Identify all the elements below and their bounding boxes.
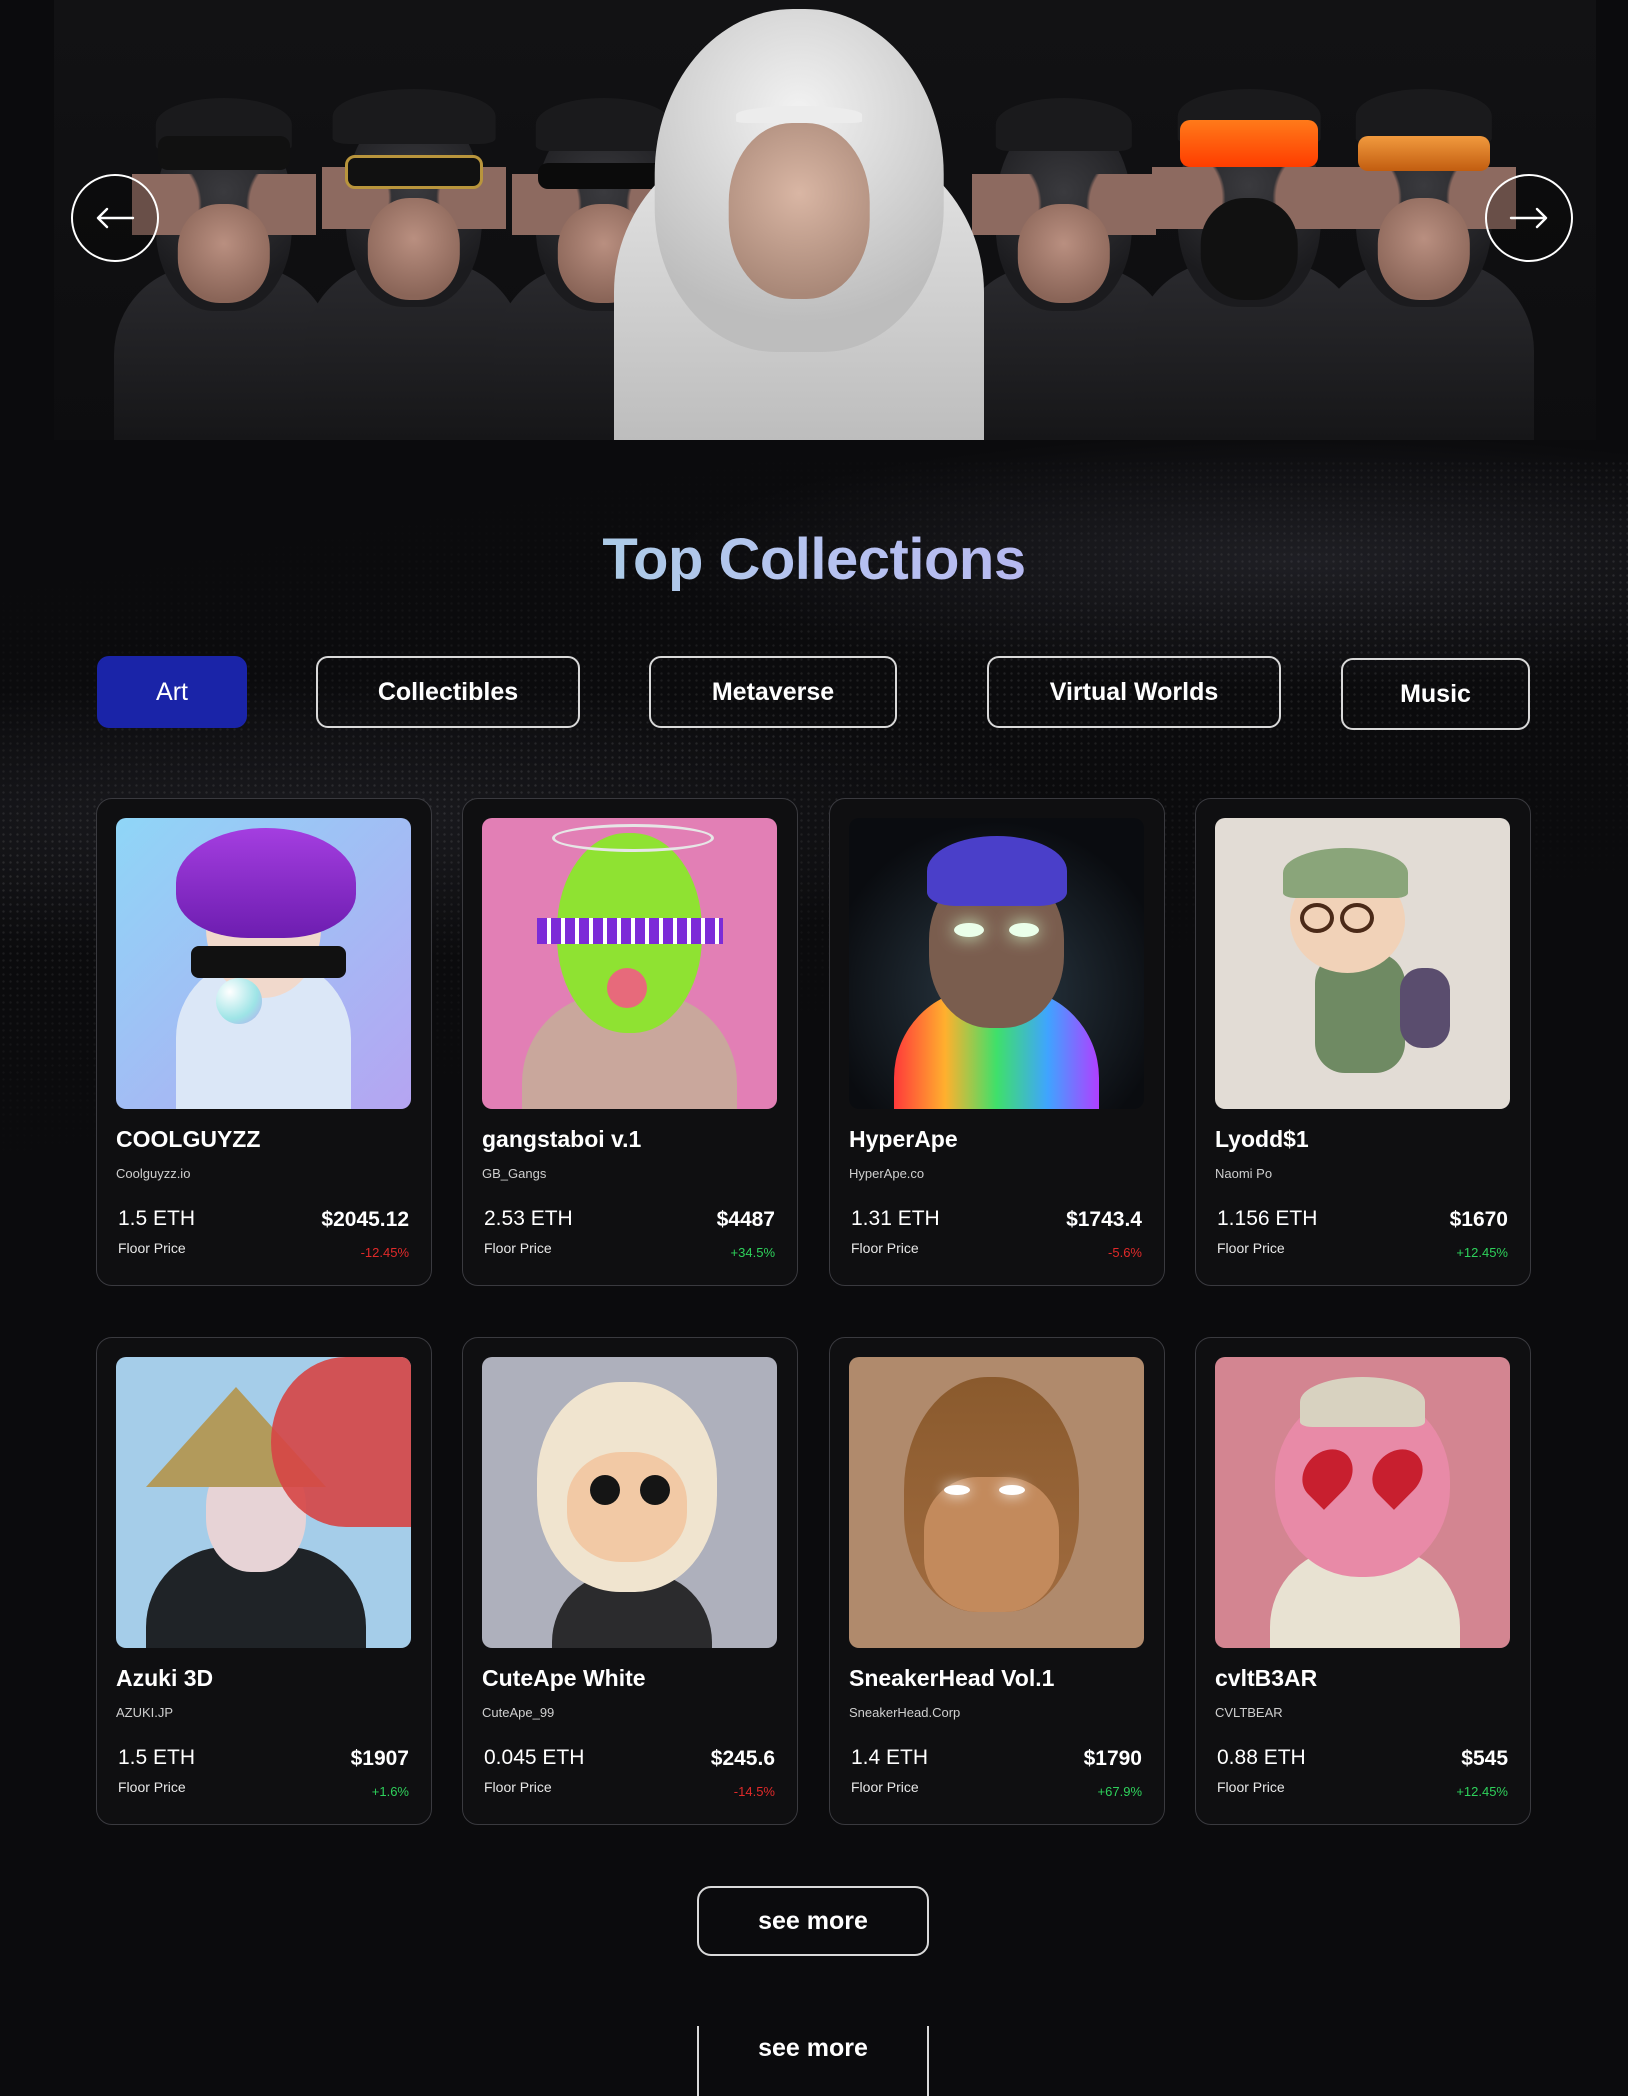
collection-image [1215,1357,1510,1648]
price-usd: $245.6 [710,1747,775,1770]
arrow-left-icon [96,207,135,229]
see-more-button-secondary[interactable]: see more [697,2026,929,2096]
floor-price-eth: 2.53 ETH [484,1207,573,1230]
price-usd: $1790 [1083,1747,1142,1770]
floor-price-eth: 0.045 ETH [484,1746,585,1769]
price-usd: $1743.4 [1066,1208,1142,1231]
price-change: -14.5% [733,1784,775,1799]
price-usd: $2045.12 [321,1208,409,1231]
price-change: +1.6% [371,1784,409,1799]
collection-image [849,818,1144,1109]
floor-price-eth: 0.88 ETH [1217,1746,1306,1769]
carousel-prev-button[interactable] [71,174,159,262]
collection-card[interactable]: Azuki 3D AZUKI.JP 1.5 ETH Floor Price $1… [96,1337,432,1825]
price-usd: $1907 [350,1747,409,1770]
collection-handle: HyperApe.co [849,1166,925,1181]
price-change: +67.9% [1097,1784,1142,1799]
tab-metaverse[interactable]: Metaverse [649,656,897,728]
price-change: -12.45% [360,1245,409,1260]
collection-card[interactable]: cvltB3AR CVLTBEAR 0.88 ETH Floor Price $… [1195,1337,1531,1825]
collection-name: cvltB3AR [1215,1665,1318,1691]
collection-image [482,818,777,1109]
collection-name: HyperApe [849,1126,958,1152]
floor-price-label: Floor Price [851,1779,919,1795]
collection-card[interactable]: gangstaboi v.1 GB_Gangs 2.53 ETH Floor P… [462,798,798,1286]
floor-price-label: Floor Price [1217,1240,1285,1256]
collection-name: CuteApe White [482,1665,646,1691]
collection-name: Azuki 3D [116,1665,214,1691]
price-change: +12.45% [1456,1245,1508,1260]
collection-card[interactable]: CuteApe White CuteApe_99 0.045 ETH Floor… [462,1337,798,1825]
collection-card[interactable]: Lyodd$1 Naomi Po 1.156 ETH Floor Price $… [1195,798,1531,1286]
carousel-next-button[interactable] [1485,174,1573,262]
collection-name: COOLGUYZZ [116,1126,261,1152]
collection-handle: SneakerHead.Corp [849,1705,961,1720]
collection-handle: CVLTBEAR [1215,1705,1283,1720]
see-more-button[interactable]: see more [697,1886,929,1956]
hero-ape-featured [614,0,984,440]
collection-image [116,1357,411,1648]
section-title: Top Collections [0,526,1628,593]
floor-price-eth: 1.4 ETH [851,1746,929,1769]
collection-image [116,818,411,1109]
tab-music[interactable]: Music [1341,658,1530,730]
floor-price-label: Floor Price [851,1240,919,1256]
price-usd: $1670 [1449,1208,1508,1231]
price-change: -5.6% [1108,1245,1142,1260]
collection-card[interactable]: HyperApe HyperApe.co 1.31 ETH Floor Pric… [829,798,1165,1286]
collection-card[interactable]: COOLGUYZZ Coolguyzz.io 1.5 ETH Floor Pri… [96,798,432,1286]
hero-ape-2 [304,50,524,440]
price-usd: $4487 [716,1208,775,1231]
tab-art[interactable]: Art [97,656,247,728]
tab-virtual-worlds[interactable]: Virtual Worlds [987,656,1281,728]
collection-name: SneakerHead Vol.1 [849,1665,1055,1691]
collection-handle: CuteApe_99 [482,1705,555,1720]
floor-price-eth: 1.5 ETH [118,1207,196,1230]
price-change: +12.45% [1456,1784,1508,1799]
floor-price-label: Floor Price [484,1779,552,1795]
price-change: +34.5% [730,1245,775,1260]
floor-price-label: Floor Price [484,1240,552,1256]
tab-collectibles[interactable]: Collectibles [316,656,580,728]
floor-price-label: Floor Price [118,1240,186,1256]
arrow-right-icon [1509,207,1548,229]
floor-price-eth: 1.31 ETH [851,1207,940,1230]
collection-card[interactable]: SneakerHead Vol.1 SneakerHead.Corp 1.4 E… [829,1337,1165,1825]
collection-image [1215,818,1510,1109]
collection-handle: AZUKI.JP [116,1705,174,1720]
collection-handle: GB_Gangs [482,1166,547,1181]
floor-price-label: Floor Price [1217,1779,1285,1795]
floor-price-label: Floor Price [118,1779,186,1795]
hero-ape-1 [114,60,334,440]
collection-name: gangstaboi v.1 [482,1126,642,1152]
collection-handle: Naomi Po [1215,1166,1273,1181]
collection-image [482,1357,777,1648]
collection-image [849,1357,1144,1648]
floor-price-eth: 1.156 ETH [1217,1207,1318,1230]
hero-banner [54,0,1596,440]
price-usd: $545 [1461,1747,1508,1770]
floor-price-eth: 1.5 ETH [118,1746,196,1769]
collection-name: Lyodd$1 [1215,1126,1309,1152]
collection-handle: Coolguyzz.io [116,1166,191,1181]
